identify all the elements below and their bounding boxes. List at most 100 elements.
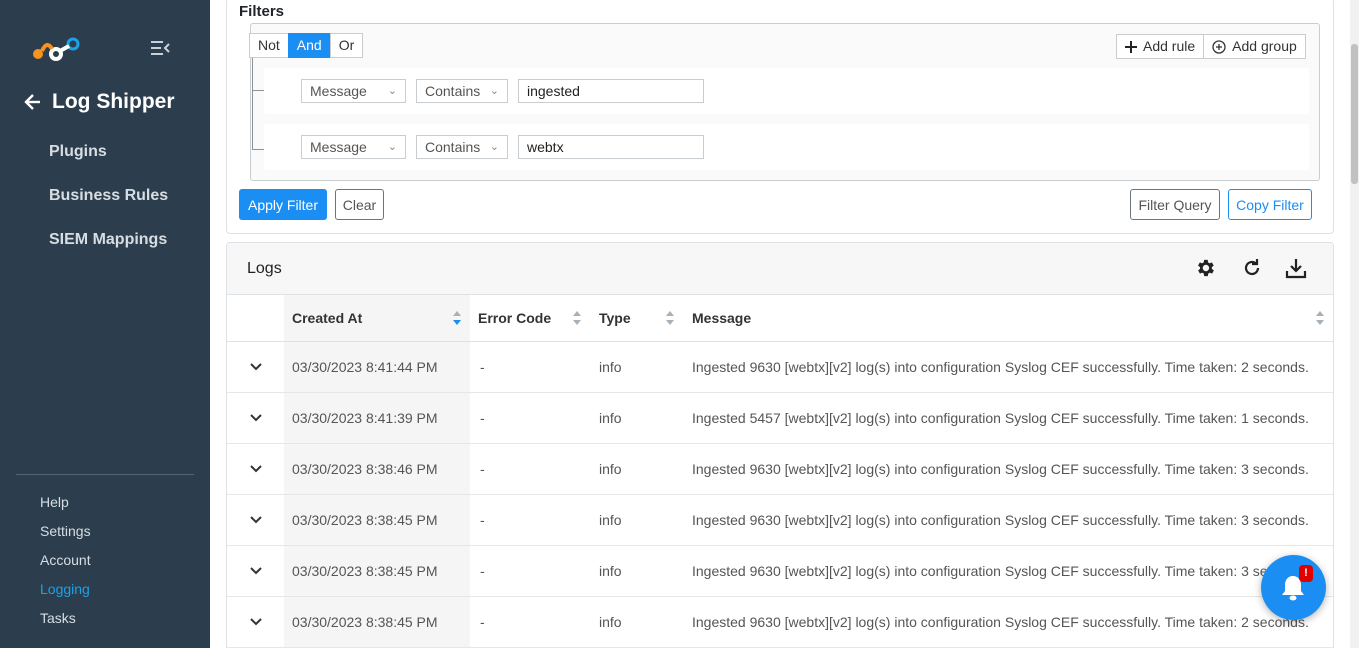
cell-message: Ingested 9630 [webtx][v2] log(s) into co… — [692, 461, 1309, 477]
filter-rule: Message ⌄ Contains ⌄ webtx — [264, 124, 1309, 170]
nav-item-logging[interactable]: Logging — [40, 579, 91, 608]
add-group-button[interactable]: Add group — [1203, 34, 1306, 59]
expand-row-button[interactable] — [227, 342, 284, 392]
bottom-nav: Help Settings Account Logging Tasks — [40, 492, 91, 637]
sort-icon — [666, 311, 674, 325]
add-group-label: Add group — [1232, 38, 1297, 54]
cell-created-at: 03/30/2023 8:41:44 PM — [284, 342, 470, 392]
chevron-down-icon — [249, 414, 262, 422]
table-row: 03/30/2023 8:41:44 PM - info Ingested 96… — [227, 342, 1333, 393]
download-icon[interactable] — [1285, 257, 1307, 284]
rule-tree-connector — [252, 58, 264, 150]
gear-icon[interactable] — [1194, 257, 1216, 284]
filter-rule: Message ⌄ Contains ⌄ ingested — [264, 68, 1309, 114]
plus-icon — [1125, 40, 1137, 53]
cell-type: info — [599, 461, 622, 477]
column-message[interactable]: Message — [684, 295, 1329, 341]
chevron-down-icon — [249, 516, 262, 524]
query-builder-actions: Add rule Add group — [1116, 34, 1306, 59]
refresh-icon[interactable] — [1242, 258, 1262, 283]
cell-created-at: 03/30/2023 8:38:46 PM — [284, 444, 470, 494]
nav-item-siem-mappings[interactable]: SIEM Mappings — [49, 229, 168, 273]
rule-operator-value: Contains — [425, 83, 481, 99]
notification-badge: ! — [1299, 565, 1313, 582]
rule-operator-select[interactable]: Contains ⌄ — [416, 79, 508, 103]
back-to-log-shipper[interactable]: Log Shipper — [24, 90, 175, 114]
cell-type: info — [599, 614, 622, 630]
nav-item-business-rules[interactable]: Business Rules — [49, 185, 168, 229]
chevron-down-icon: ⌄ — [489, 85, 499, 97]
rule-operator-select[interactable]: Contains ⌄ — [416, 135, 508, 159]
cell-type: info — [599, 512, 622, 528]
chevron-down-icon — [249, 618, 262, 626]
cell-message: Ingested 9630 [webtx][v2] log(s) into co… — [692, 359, 1309, 375]
table-row: 03/30/2023 8:38:45 PM - info Ingested 96… — [227, 597, 1333, 648]
cell-error-code: - — [480, 512, 485, 528]
main-nav: Plugins Business Rules SIEM Mappings — [49, 141, 168, 273]
page-scrollbar[interactable] — [1350, 0, 1359, 648]
conjunction-and[interactable]: And — [287, 33, 331, 58]
rule-value-input[interactable]: webtx — [518, 135, 704, 159]
rule-operator-value: Contains — [425, 139, 481, 155]
sidebar-divider — [16, 474, 194, 475]
cell-error-code: - — [480, 461, 485, 477]
add-rule-label: Add rule — [1143, 38, 1196, 54]
rule-value-input[interactable]: ingested — [518, 79, 704, 103]
filter-query-button[interactable]: Filter Query — [1130, 189, 1220, 220]
clear-button[interactable]: Clear — [335, 189, 384, 220]
cell-message: Ingested 9630 [webtx][v2] log(s) into co… — [692, 563, 1309, 579]
column-error-code[interactable]: Error Code — [470, 295, 588, 341]
logo-icon[interactable] — [31, 36, 81, 67]
cell-error-code: - — [480, 359, 485, 375]
cell-error-code: - — [480, 563, 485, 579]
logs-card: Logs Created At Error Code Type Message … — [226, 242, 1334, 648]
rule-field-select[interactable]: Message ⌄ — [301, 135, 406, 159]
column-type[interactable]: Type — [591, 295, 681, 341]
expand-row-button[interactable] — [227, 444, 284, 494]
filters-title: Filters — [239, 3, 285, 20]
rule-field-value: Message — [310, 139, 367, 155]
apply-filter-button[interactable]: Apply Filter — [239, 189, 327, 220]
chevron-down-icon: ⌄ — [387, 141, 397, 153]
rule-field-select[interactable]: Message ⌄ — [301, 79, 406, 103]
cell-type: info — [599, 410, 622, 426]
rule-field-value: Message — [310, 83, 367, 99]
cell-message: Ingested 5457 [webtx][v2] log(s) into co… — [692, 410, 1309, 426]
conjunction-or[interactable]: Or — [329, 33, 364, 58]
column-label: Message — [692, 310, 752, 326]
chevron-down-icon — [249, 363, 262, 371]
nav-item-account[interactable]: Account — [40, 550, 91, 579]
chevron-down-icon — [249, 567, 262, 575]
nav-item-plugins[interactable]: Plugins — [49, 141, 168, 185]
chevron-down-icon — [249, 465, 262, 473]
logs-header: Logs — [227, 243, 1333, 295]
conjunction-not[interactable]: Not — [249, 33, 289, 58]
expand-row-button[interactable] — [227, 546, 284, 596]
expand-row-button[interactable] — [227, 495, 284, 545]
expand-row-button[interactable] — [227, 597, 284, 647]
expand-row-button[interactable] — [227, 393, 284, 443]
plus-circle-icon — [1212, 39, 1226, 54]
column-label: Type — [599, 310, 631, 326]
column-label: Error Code — [478, 310, 552, 326]
cell-error-code: - — [480, 410, 485, 426]
column-created-at[interactable]: Created At — [284, 295, 470, 341]
cell-created-at: 03/30/2023 8:38:45 PM — [284, 495, 470, 545]
sort-icon — [1316, 311, 1324, 325]
scrollbar-thumb[interactable] — [1351, 44, 1358, 184]
nav-item-help[interactable]: Help — [40, 492, 91, 521]
table-row: 03/30/2023 8:41:39 PM - info Ingested 54… — [227, 393, 1333, 444]
menu-collapse-icon[interactable] — [150, 40, 170, 61]
copy-filter-button[interactable]: Copy Filter — [1228, 189, 1312, 220]
page-title: Log Shipper — [52, 90, 175, 113]
cell-type: info — [599, 563, 622, 579]
nav-item-settings[interactable]: Settings — [40, 521, 91, 550]
logs-table-header: Created At Error Code Type Message — [227, 295, 1333, 342]
chevron-down-icon: ⌄ — [387, 85, 397, 97]
add-rule-button[interactable]: Add rule — [1116, 34, 1205, 59]
conjunction-toggle: Not And Or — [249, 33, 364, 58]
sort-icon — [453, 311, 461, 325]
notification-button[interactable]: ! — [1261, 555, 1326, 620]
nav-item-tasks[interactable]: Tasks — [40, 608, 91, 637]
column-label: Created At — [292, 310, 363, 326]
